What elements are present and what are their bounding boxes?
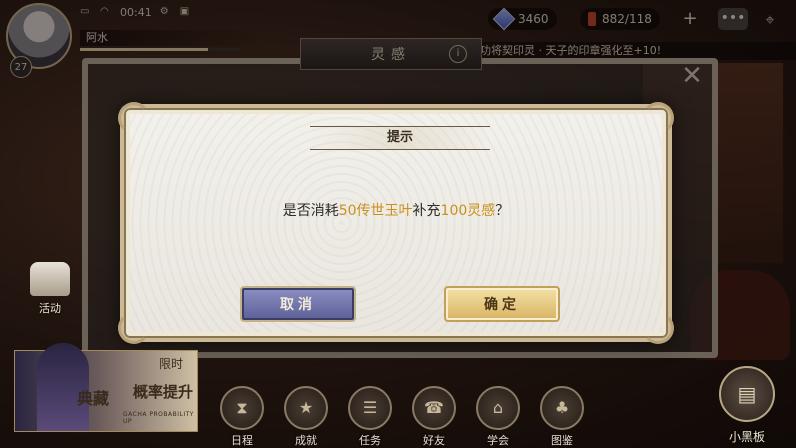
dialog-message: 是否消耗50传世玉叶补充100灵感？ <box>124 200 668 220</box>
nav-item-5[interactable]: ♣ 图鉴 <box>538 386 586 447</box>
activity-label: 活动 <box>39 302 61 315</box>
nav-item-label: 日程 <box>231 434 253 447</box>
calendar-icon: ⧗ <box>220 386 264 430</box>
nav-item-3[interactable]: ☎ 好友 <box>410 386 458 447</box>
ornament-corner <box>118 102 150 134</box>
star-badge-icon: ★ <box>284 386 328 430</box>
message-suffix: ？ <box>495 203 510 219</box>
scroll-icon: ☰ <box>348 386 392 430</box>
message-cost: 50传世玉叶 <box>338 203 413 219</box>
blackboard-icon: ▤ <box>719 366 775 422</box>
banner-english-text: GACHA PROBABILITY UP <box>123 411 194 425</box>
cancel-button[interactable]: 取消 <box>240 286 356 322</box>
nav-item-label: 任务 <box>359 434 381 447</box>
building-icon: ⌂ <box>476 386 520 430</box>
ornament-corner <box>642 312 674 344</box>
blackboard-button[interactable]: ▤ 小黑板 <box>716 366 778 446</box>
activity-button[interactable]: 活动 <box>22 262 78 320</box>
ornament-corner <box>118 312 150 344</box>
blackboard-label: 小黑板 <box>728 430 765 444</box>
tree-icon: ♣ <box>540 386 584 430</box>
nav-item-label: 好友 <box>423 434 445 447</box>
message-prefix: 是否消耗 <box>282 203 339 219</box>
banner-sub-text: 概率提升 <box>133 383 194 401</box>
message-middle: 补充 <box>412 203 441 219</box>
nav-item-4[interactable]: ⌂ 学会 <box>474 386 522 447</box>
nav-item-2[interactable]: ☰ 任务 <box>346 386 394 447</box>
nav-item-0[interactable]: ⧗ 日程 <box>218 386 266 447</box>
nav-item-label: 图鉴 <box>551 434 573 447</box>
banner-limited-text: 限时 <box>159 357 184 371</box>
nav-item-1[interactable]: ★ 成就 <box>282 386 330 447</box>
gacha-banner[interactable]: 限时 典藏 概率提升 GACHA PROBABILITY UP <box>14 343 198 432</box>
dialog-title: 提示 <box>310 126 490 150</box>
ornament-corner <box>642 102 674 134</box>
activity-icon <box>30 262 70 296</box>
nav-item-label: 成就 <box>295 434 317 447</box>
confirm-dialog: 提示 是否消耗50传世玉叶补充100灵感？ 取消 确定 <box>118 102 674 344</box>
phone-icon: ☎ <box>412 386 456 430</box>
nav-item-label: 学会 <box>487 434 509 447</box>
confirm-button[interactable]: 确定 <box>444 286 560 322</box>
message-gain: 100灵感 <box>440 203 496 219</box>
banner-main-text: 典藏 <box>77 389 110 408</box>
